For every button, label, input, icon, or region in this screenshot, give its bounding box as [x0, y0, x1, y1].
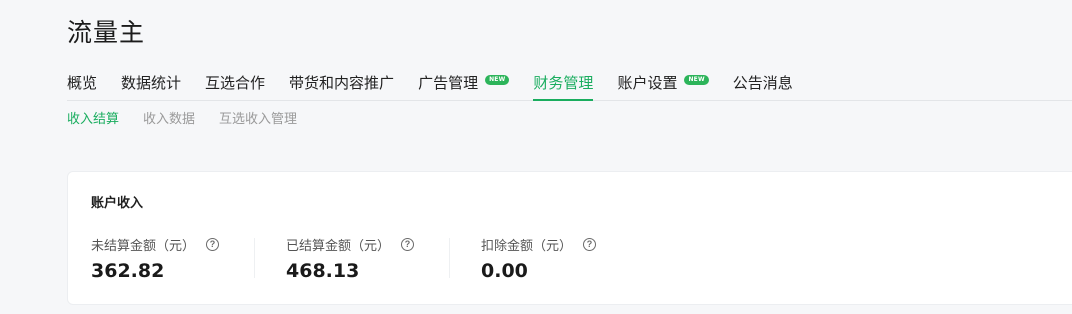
- tab-label: 概览: [67, 74, 98, 92]
- stat-value: 362.82: [91, 260, 165, 282]
- settled-amount-stat: 已结算金额（元） ? 468.13: [286, 234, 456, 282]
- stat-value: 468.13: [286, 260, 360, 282]
- stat-value: 0.00: [481, 260, 528, 282]
- help-icon[interactable]: ?: [206, 237, 220, 251]
- unsettled-amount-stat: 未结算金额（元） ? 362.82: [91, 234, 261, 282]
- stat-label: 扣除金额（元）: [481, 238, 573, 254]
- tab-data-statistics[interactable]: 数据统计: [121, 70, 181, 100]
- card-title: 账户收入: [91, 196, 144, 211]
- sub-tab-income-settlement[interactable]: 收入结算: [67, 110, 119, 130]
- help-icon[interactable]: ?: [401, 237, 415, 251]
- stat-divider: [254, 238, 255, 278]
- stat-divider: [449, 238, 450, 278]
- tab-ad-management[interactable]: 广告管理 NEW: [418, 70, 510, 100]
- help-icon[interactable]: ?: [583, 237, 597, 251]
- tab-overview[interactable]: 概览: [67, 70, 97, 100]
- stat-label: 已结算金额（元）: [286, 238, 391, 254]
- page-title: 流量主: [67, 18, 146, 47]
- tab-commerce-promotion[interactable]: 带货和内容推广: [289, 70, 394, 100]
- main-tab-bar: 概览 数据统计 互选合作 带货和内容推广 广告管理 NEW 财务管理 账户设置 NE…: [67, 70, 1072, 101]
- tab-label: 互选合作: [205, 74, 266, 92]
- sub-tab-bar: 收入结算 收入数据 互选收入管理: [67, 110, 321, 130]
- new-badge: NEW: [485, 75, 510, 85]
- tab-label: 广告管理: [418, 74, 479, 92]
- tab-announcements[interactable]: 公告消息: [733, 70, 793, 100]
- account-income-card: 账户收入 未结算金额（元） ? 362.82 已结算金额（元） ? 468.13…: [67, 171, 1072, 305]
- tab-label: 财务管理: [533, 74, 594, 92]
- tab-label: 账户设置: [617, 74, 678, 92]
- new-badge: NEW: [684, 75, 709, 85]
- stat-label: 未结算金额（元）: [91, 238, 196, 254]
- sub-tab-mutual-income-management[interactable]: 互选收入管理: [219, 110, 297, 130]
- deducted-amount-stat: 扣除金额（元） ? 0.00: [481, 234, 651, 282]
- tab-label: 数据统计: [121, 74, 182, 92]
- tab-label: 带货和内容推广: [289, 74, 395, 92]
- tab-account-settings[interactable]: 账户设置 NEW: [617, 70, 709, 100]
- tab-mutual-cooperation[interactable]: 互选合作: [205, 70, 265, 100]
- tab-label: 公告消息: [732, 74, 793, 92]
- sub-tab-income-data[interactable]: 收入数据: [143, 110, 195, 130]
- tab-finance-management[interactable]: 财务管理: [533, 70, 594, 101]
